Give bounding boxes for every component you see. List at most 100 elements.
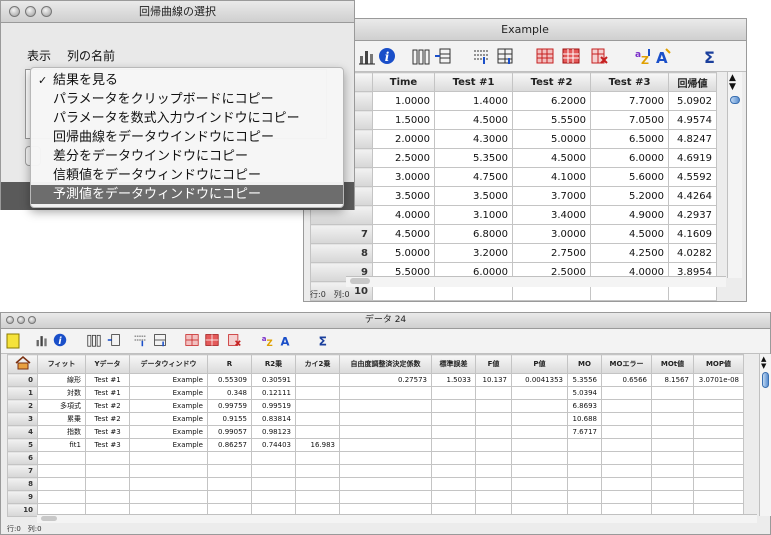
table-cell[interactable] [601,464,652,478]
table-cell[interactable]: 4.1000 [512,167,591,187]
table-cell[interactable]: 10.137 [475,373,512,387]
table-cell[interactable]: 10.688 [567,412,602,426]
table-cell[interactable] [85,490,130,504]
column-header[interactable]: Test #2 [512,72,591,92]
data24-vertical-scrollbar[interactable]: ▲ ▼ [759,354,771,516]
table-cell[interactable] [651,438,694,452]
table-cell[interactable]: 6.8000 [434,224,513,244]
table-cell[interactable] [693,399,744,413]
table-cell[interactable] [511,477,568,491]
grid-red-icon[interactable] [205,333,219,347]
delete-icon[interactable] [227,333,241,347]
table-cell[interactable]: 対数 [37,386,86,400]
column-header[interactable]: データウィンドウ [129,354,208,374]
table-cell[interactable]: 4.8247 [668,129,717,149]
table-cell[interactable]: 5.3500 [434,148,513,168]
menu-item-view-results[interactable]: ✓ 結果を見る [31,71,343,90]
table-cell[interactable]: 5.2000 [590,186,669,206]
sigma-icon[interactable]: Σ [317,333,331,347]
table-cell[interactable] [511,412,568,426]
table-cell[interactable]: 16.983 [295,438,340,452]
menu-item-copy-confidence[interactable]: 信頼値をデータウィンドウにコピー [31,166,343,185]
table-cell[interactable]: 3.4000 [512,205,591,225]
table-cell[interactable] [475,490,512,504]
table-cell[interactable] [651,477,694,491]
table-cell[interactable]: 4.9574 [668,110,717,130]
column-header[interactable]: カイ2乗 [295,354,340,374]
column-header[interactable]: Test #3 [590,72,669,92]
table-cell[interactable] [475,451,512,465]
table-cell[interactable] [511,425,568,439]
table-cell[interactable]: 4.2500 [590,243,669,263]
table-cell[interactable]: 2.5000 [372,148,435,168]
table-cell[interactable]: 4.5000 [590,224,669,244]
table-cell[interactable]: 2.0000 [372,129,435,149]
table-cell[interactable] [207,490,252,504]
table-cell[interactable] [295,464,340,478]
table-cell[interactable]: fit1 [37,438,86,452]
table-cell[interactable]: Example [129,386,208,400]
table-cell[interactable] [601,477,652,491]
dialog-titlebar[interactable]: 回帰曲線の選択 [1,1,354,23]
table-cell[interactable] [207,451,252,465]
info-icon[interactable]: i [53,333,67,347]
data24-horizontal-scrollbar[interactable] [37,514,757,523]
table-cell[interactable]: 5.0000 [512,129,591,149]
table-icon[interactable] [153,333,167,347]
table-cell[interactable] [693,464,744,478]
column-header[interactable]: Time [372,72,435,92]
scroll-up-down-arrows[interactable]: ▲ ▼ [761,356,766,370]
table-cell[interactable] [85,451,130,465]
table-cell[interactable]: 3.0000 [372,167,435,187]
table-cell[interactable]: 6.0000 [590,148,669,168]
table-cell[interactable]: 0.83814 [251,412,296,426]
table-cell[interactable] [339,477,432,491]
table-cell[interactable]: 指数 [37,425,86,439]
table-cell[interactable] [567,464,602,478]
table-cell[interactable]: 5.0902 [668,91,717,111]
table-cell[interactable]: 3.5000 [434,186,513,206]
chart-icon[interactable] [358,47,376,65]
table-cell[interactable] [601,451,652,465]
table-cell[interactable] [567,438,602,452]
columns-icon[interactable] [412,47,430,65]
table-cell[interactable]: 1.0000 [372,91,435,111]
example-horizontal-scrollbar[interactable] [346,276,726,287]
table-cell[interactable]: 4.0000 [372,205,435,225]
table-cell[interactable]: 1.5033 [431,373,476,387]
column-header[interactable]: 自由度調整済決定係数 [339,354,432,374]
table-cell[interactable] [693,490,744,504]
table-cell[interactable] [129,464,208,478]
table-cell[interactable] [37,451,86,465]
table-cell[interactable] [601,425,652,439]
table-cell[interactable] [693,438,744,452]
table-cell[interactable]: 0.99057 [207,425,252,439]
table-cell[interactable]: Example [129,399,208,413]
table-cell[interactable]: 5.3556 [567,373,602,387]
table-cell[interactable]: 5.5500 [512,110,591,130]
table-cell[interactable] [601,386,652,400]
table-cell[interactable] [601,438,652,452]
insert-column-icon[interactable] [434,47,452,65]
table-cell[interactable]: Test #1 [85,386,130,400]
chart-icon[interactable] [35,333,49,347]
table-cell[interactable] [339,399,432,413]
table-cell[interactable]: 7.7000 [590,91,669,111]
table-cell[interactable]: 4.7500 [434,167,513,187]
table-cell[interactable] [511,386,568,400]
table-cell[interactable]: Test #3 [85,425,130,439]
table-cell[interactable]: 0.86257 [207,438,252,452]
vertical-scroll-thumb[interactable] [730,96,740,104]
table-cell[interactable]: 4.5592 [668,167,717,187]
table-cell[interactable] [651,399,694,413]
table-cell[interactable] [37,490,86,504]
table-cell[interactable] [601,412,652,426]
table-cell[interactable]: 0.55309 [207,373,252,387]
row-number[interactable]: 6 [7,451,38,465]
table-cell[interactable]: 4.5000 [434,110,513,130]
horizontal-scroll-thumb[interactable] [350,278,370,284]
table-cell[interactable] [295,451,340,465]
column-header[interactable]: 標準誤差 [431,354,476,374]
table-cell[interactable] [651,464,694,478]
table-cell[interactable] [295,425,340,439]
